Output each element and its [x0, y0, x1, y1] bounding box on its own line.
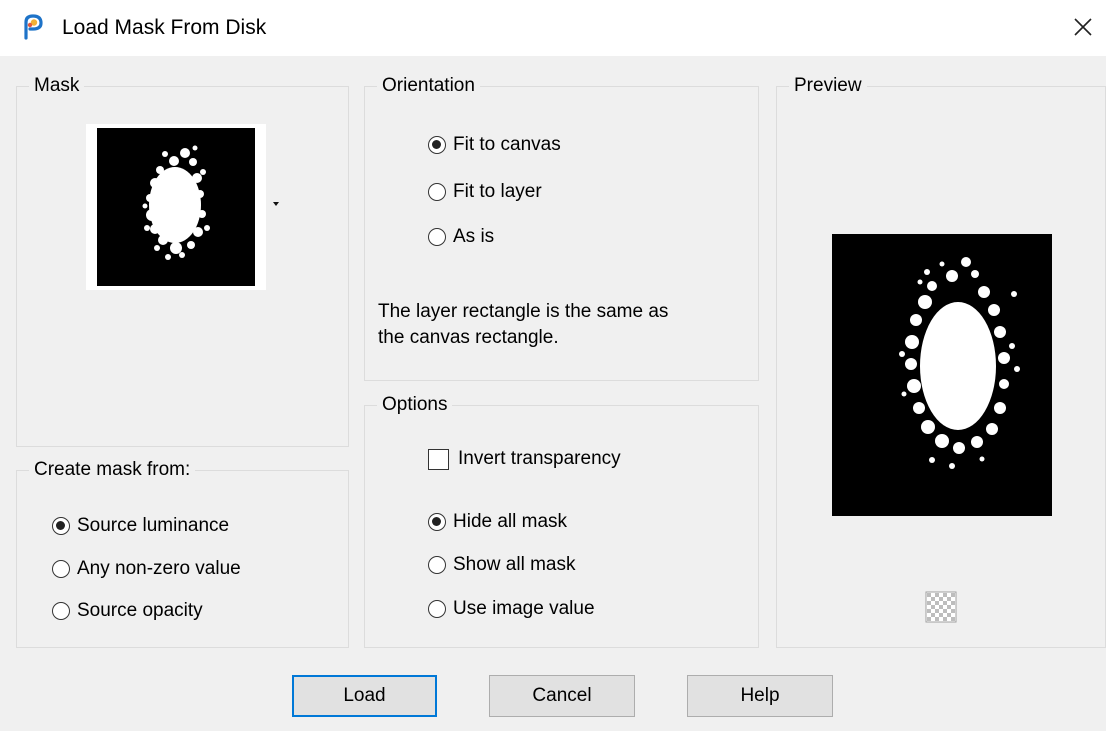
- radio-label: Hide all mask: [453, 511, 568, 532]
- options-legend: Options: [377, 393, 453, 417]
- orientation-legend: Orientation: [377, 74, 480, 98]
- checkerboard-icon[interactable]: [922, 588, 960, 626]
- radio-button[interactable]: [52, 560, 70, 578]
- mask-thumbnail-image: [97, 128, 255, 286]
- radio-as-is[interactable]: As is: [428, 225, 494, 249]
- mask-thumbnail-frame[interactable]: [86, 124, 266, 290]
- mask-preview-image: [832, 234, 1052, 516]
- radio-button[interactable]: [428, 600, 446, 618]
- load-mask-dialog: Load Mask From Disk Mask Create mask fro…: [0, 0, 1106, 731]
- radio-label: Source luminance: [77, 515, 230, 536]
- radio-source-luminance[interactable]: Source luminance: [52, 514, 229, 538]
- radio-label: Fit to canvas: [453, 134, 561, 155]
- radio-show-all-mask[interactable]: Show all mask: [428, 553, 576, 577]
- radio-button[interactable]: [428, 228, 446, 246]
- create-mask-from-legend: Create mask from:: [29, 458, 196, 482]
- radio-button[interactable]: [428, 556, 446, 574]
- paint-brush-app-icon: [24, 14, 43, 40]
- radio-label: Any non-zero value: [77, 558, 241, 579]
- radio-fit-to-layer[interactable]: Fit to layer: [428, 180, 542, 204]
- mask-legend: Mask: [29, 74, 85, 98]
- radio-use-image-value[interactable]: Use image value: [428, 597, 595, 621]
- help-button[interactable]: Help: [687, 675, 833, 717]
- radio-button[interactable]: [428, 183, 446, 201]
- title-bar: Load Mask From Disk: [0, 0, 1106, 56]
- radio-label: As is: [453, 226, 495, 247]
- checkbox-invert-transparency[interactable]: Invert transparency: [428, 447, 621, 471]
- radio-button-checked[interactable]: [428, 513, 446, 531]
- preview-legend: Preview: [789, 74, 867, 98]
- radio-fit-to-canvas[interactable]: Fit to canvas: [428, 133, 561, 157]
- checkbox-box[interactable]: [428, 448, 449, 470]
- radio-any-non-zero-value[interactable]: Any non-zero value: [52, 557, 241, 581]
- radio-label: Show all mask: [453, 554, 576, 575]
- radio-button[interactable]: [52, 602, 70, 620]
- orientation-description-line2: the canvas rectangle.: [378, 327, 559, 348]
- radio-button-checked[interactable]: [428, 136, 446, 154]
- close-icon[interactable]: [1066, 10, 1100, 44]
- radio-label: Fit to layer: [453, 181, 542, 202]
- orientation-description-line1: The layer rectangle is the same as: [378, 301, 669, 322]
- load-button[interactable]: Load: [292, 675, 437, 717]
- radio-hide-all-mask[interactable]: Hide all mask: [428, 510, 567, 534]
- window-title: Load Mask From Disk: [62, 16, 267, 39]
- radio-label: Source opacity: [77, 600, 203, 621]
- triangle-down-icon[interactable]: [270, 199, 282, 209]
- radio-label: Use image value: [453, 598, 595, 619]
- radio-source-opacity[interactable]: Source opacity: [52, 599, 203, 623]
- radio-button-checked[interactable]: [52, 517, 70, 535]
- checkbox-label: Invert transparency: [458, 448, 621, 469]
- cancel-button[interactable]: Cancel: [489, 675, 635, 717]
